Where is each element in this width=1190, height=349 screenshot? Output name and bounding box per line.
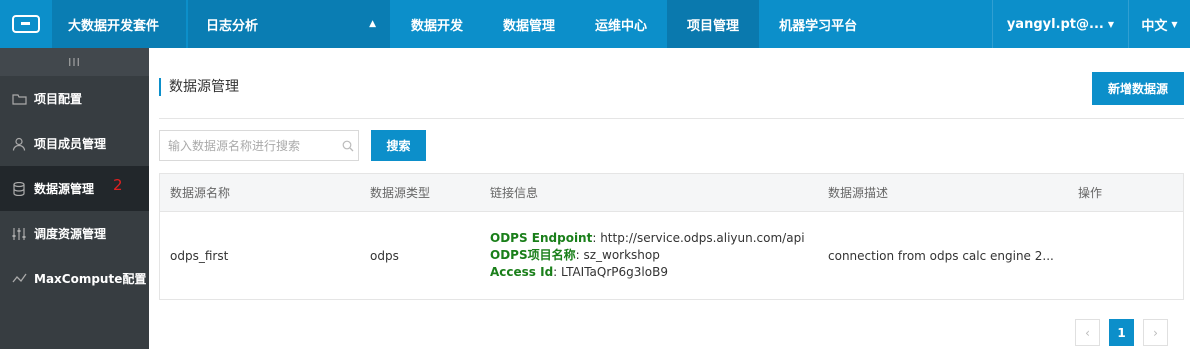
sidebar-item-label: 项目配置	[34, 92, 83, 106]
logo[interactable]	[0, 0, 52, 48]
sidebar-item-datasource[interactable]: 数据源管理	[0, 166, 149, 211]
logs-menu[interactable]: 日志分析 ▲	[188, 0, 390, 48]
sidebar-item-members[interactable]: 项目成员管理	[0, 121, 149, 166]
sliders-icon	[11, 226, 27, 242]
nav-ops-center[interactable]: 运维中心	[575, 0, 667, 48]
language-label: 中文	[1141, 18, 1168, 34]
datasource-description: connection from odps calc engine 2...	[828, 248, 1054, 263]
datasource-table: 数据源名称 数据源类型 链接信息 数据源描述 操作 odps_first odp…	[159, 173, 1184, 300]
datasource-type: odps	[370, 248, 399, 263]
prev-page-button[interactable]: ‹	[1075, 319, 1100, 346]
aliyun-logo-icon	[12, 15, 40, 33]
annotation-2: 2	[113, 176, 123, 194]
top-navbar: 大数据开发套件 日志分析 ▲ 数据开发 数据管理 运维中心 项目管理 机器学习平…	[0, 0, 1190, 48]
column-header: 数据源类型	[370, 186, 431, 200]
connection-info: ODPS Endpoint: http://service.odps.aliyu…	[490, 231, 805, 279]
sidebar-item-label: 项目成员管理	[34, 137, 107, 151]
sidebar-item-maxcompute[interactable]: MaxCompute配置	[0, 256, 149, 301]
table-row: odps_first odps ODPS Endpoint: http://se…	[160, 212, 1183, 299]
add-datasource-button[interactable]: 新增数据源	[1092, 72, 1184, 105]
conn-key: ODPS Endpoint	[490, 231, 593, 245]
conn-key: Access Id	[490, 265, 554, 279]
search-input[interactable]	[160, 131, 338, 160]
conn-value: sz_workshop	[583, 248, 660, 262]
conn-value: LTAITaQrP6g3loB9	[561, 265, 668, 279]
conn-value: http://service.odps.aliyun.com/api	[600, 231, 805, 245]
page-title: 数据源管理	[159, 78, 239, 96]
page-1-button[interactable]: 1	[1109, 319, 1134, 346]
conn-key: ODPS项目名称	[490, 248, 576, 262]
nav-ml-platform[interactable]: 机器学习平台	[759, 0, 877, 48]
datasource-name: odps_first	[170, 248, 229, 263]
database-icon	[11, 181, 27, 197]
language-menu[interactable]: 中文 ▼	[1128, 0, 1190, 48]
sidebar-item-project-config[interactable]: 项目配置	[0, 76, 149, 121]
user-menu[interactable]: yangyl.pt@... ▼	[991, 0, 1128, 48]
chevron-down-icon: ▼	[1171, 19, 1178, 29]
sidebar-item-label: 调度资源管理	[34, 227, 107, 241]
column-header: 数据源名称	[170, 186, 231, 200]
divider	[159, 118, 1184, 119]
nav-project-manage[interactable]: 项目管理	[667, 0, 760, 48]
search-box	[159, 130, 359, 161]
sidebar-item-label: 数据源管理	[34, 182, 95, 196]
logs-menu-label: 日志分析	[206, 18, 259, 34]
sidebar: III 项目配置 项目成员管理 数据源管理 调度资源管理 MaxCompute配…	[0, 48, 149, 349]
search-button[interactable]: 搜索	[371, 130, 426, 161]
sidebar-item-label: MaxCompute配置	[34, 272, 147, 286]
next-page-button[interactable]: ›	[1143, 319, 1168, 346]
folder-icon	[11, 91, 27, 107]
suite-title[interactable]: 大数据开发套件	[52, 0, 186, 48]
main-content: 数据源管理 新增数据源 搜索 数据源名称 数据源类型 链接信息 数据源描述 操作…	[149, 48, 1190, 349]
nav-data-dev[interactable]: 数据开发	[390, 0, 483, 48]
nav-data-manage[interactable]: 数据管理	[483, 0, 575, 48]
sidebar-collapse-toggle[interactable]: III	[0, 48, 149, 76]
column-header: 链接信息	[490, 186, 539, 200]
user-icon	[11, 136, 27, 152]
caret-up-icon: ▲	[369, 19, 376, 29]
sidebar-item-scheduling[interactable]: 调度资源管理	[0, 211, 149, 256]
search-icon[interactable]	[338, 140, 358, 152]
pagination: ‹ 1 ›	[1075, 319, 1168, 346]
column-header: 数据源描述	[828, 186, 889, 200]
user-name: yangyl.pt@...	[1006, 16, 1104, 32]
column-header: 操作	[1078, 186, 1103, 200]
table-header: 数据源名称 数据源类型 链接信息 数据源描述 操作	[160, 174, 1183, 212]
main-nav: 数据开发 数据管理 运维中心 项目管理 机器学习平台	[390, 0, 877, 48]
chart-line-icon	[11, 271, 27, 287]
chevron-down-icon: ▼	[1107, 19, 1114, 29]
